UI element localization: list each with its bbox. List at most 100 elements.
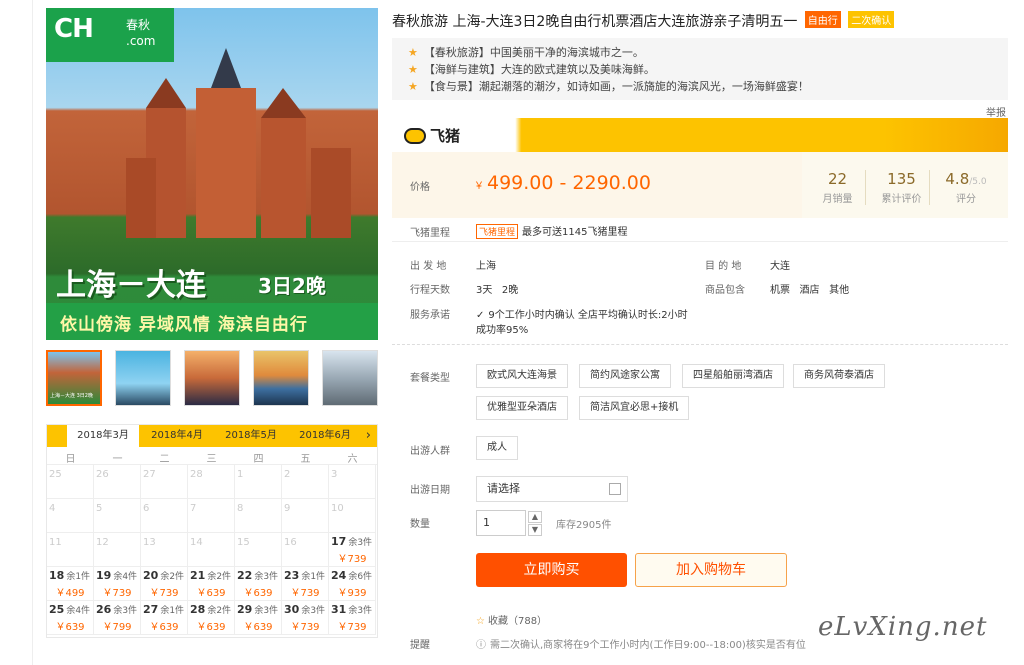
remaining-count: 余4件 bbox=[66, 606, 91, 616]
day-number: 27 bbox=[143, 603, 159, 616]
fliggy-miles-row: 飞猪里程 飞猪里程 最多可送1145飞猪里程 bbox=[392, 218, 1008, 242]
remaining-count: 余1件 bbox=[160, 606, 185, 616]
calendar-day: 8 bbox=[235, 499, 282, 533]
duration-value: 3天 2晚 bbox=[476, 285, 519, 296]
thumbnail-caption: 上海－大连 3日2晚 bbox=[50, 393, 93, 399]
calendar-day[interactable]: 24 余6件 ￥939 bbox=[329, 567, 376, 601]
weekday-label: 日 bbox=[65, 454, 76, 465]
day-price: ￥739 bbox=[337, 622, 367, 633]
travel-date-label: 出游日期 bbox=[410, 485, 450, 496]
calendar-day[interactable]: 21 余2件 ￥639 bbox=[188, 567, 235, 601]
day-price: ￥639 bbox=[149, 622, 179, 633]
calendar-day[interactable]: 17 余3件 ￥739 bbox=[329, 533, 376, 567]
stat-reviews[interactable]: 135 累计评价 bbox=[874, 170, 930, 205]
calendar-day: 4 bbox=[47, 499, 94, 533]
quantity-input[interactable]: 1 bbox=[476, 510, 526, 536]
calendar-day: 26 bbox=[94, 465, 141, 499]
thumbnail-1[interactable]: 上海－大连 3日2晚 bbox=[46, 350, 102, 406]
day-number: 13 bbox=[143, 537, 156, 548]
day-number: 24 bbox=[331, 569, 347, 582]
calendar-weekday-header: 日一二三四五六 bbox=[47, 447, 377, 465]
thumbnail-5[interactable] bbox=[322, 350, 378, 406]
calendar-day: 2 bbox=[282, 465, 329, 499]
highlight-item: ★ 【食与景】潮起潮落的潮汐，如诗如画，一派旖旎的海滨风光，一场海鲜盛宴！ bbox=[408, 78, 1008, 95]
thumbnail-3[interactable] bbox=[184, 350, 240, 406]
destination-value: 大连 bbox=[770, 261, 790, 272]
day-number: 14 bbox=[190, 537, 203, 548]
tab-month-2[interactable]: 2018年4月 bbox=[141, 425, 213, 447]
favorite-button[interactable]: ☆ 收藏（788） bbox=[476, 612, 547, 627]
departure-calendar: 2018年3月 2018年4月 2018年5月 2018年6月 › 日 一 二 三 四 五… bbox=[46, 424, 378, 638]
calendar-day[interactable]: 29 余3件 ￥639 bbox=[235, 601, 282, 635]
fliggy-brand-bar: 飞猪 bbox=[392, 118, 1008, 152]
banner-title: 上海－大连 bbox=[56, 268, 206, 303]
calendar-day[interactable]: 18 余1件 ￥499 bbox=[47, 567, 94, 601]
add-to-cart-button[interactable]: 加入购物车 bbox=[635, 553, 787, 587]
stat-number: 4.8/5.0 bbox=[938, 170, 994, 188]
package-option[interactable]: 简洁风宜必思+接机 bbox=[579, 396, 690, 420]
calendar-day[interactable]: 26 余3件 ￥799 bbox=[94, 601, 141, 635]
remaining-count: 余2件 bbox=[207, 572, 232, 582]
day-number: 18 bbox=[49, 569, 65, 582]
tab-month-1[interactable]: 2018年3月 bbox=[67, 425, 139, 447]
package-option[interactable]: 简约风途家公寓 bbox=[579, 364, 671, 388]
day-number: 17 bbox=[331, 535, 347, 548]
day-price: ￥639 bbox=[243, 622, 273, 633]
logo-url: .com bbox=[126, 34, 156, 48]
package-option[interactable]: 商务风荷泰酒店 bbox=[793, 364, 885, 388]
travel-date-input[interactable]: 请选择 bbox=[476, 476, 628, 502]
package-option[interactable]: 优雅型亚朵酒店 bbox=[476, 396, 568, 420]
calendar-day[interactable]: 31 余3件 ￥739 bbox=[329, 601, 376, 635]
day-price: ￥639 bbox=[55, 622, 85, 633]
fliggy-name: 飞猪 bbox=[430, 127, 461, 145]
stat-number: 135 bbox=[887, 170, 916, 188]
currency-symbol: ￥ bbox=[474, 181, 484, 192]
traveler-type-option[interactable]: 成人 bbox=[476, 436, 518, 460]
package-option[interactable]: 欧式风大连海景 bbox=[476, 364, 568, 388]
service-value: ✓ 9个工作小时内确认 全店平均确认时长:2小时 bbox=[476, 306, 688, 321]
buy-now-button[interactable]: 立即购买 bbox=[476, 553, 627, 587]
main-product-image[interactable]: CH 春秋 .com 上海－大连 3日2晚 依山傍海 异域风情 海滨自由行 bbox=[46, 8, 378, 340]
thumbnail-2[interactable] bbox=[115, 350, 171, 406]
weekday-label: 六 bbox=[347, 454, 358, 465]
report-link[interactable]: 举报 bbox=[986, 104, 1006, 119]
calendar-day[interactable]: 20 余2件 ￥739 bbox=[141, 567, 188, 601]
miles-tag: 飞猪里程 bbox=[476, 224, 519, 239]
calendar-day: 11 bbox=[47, 533, 94, 567]
calendar-day[interactable]: 28 余2件 ￥639 bbox=[188, 601, 235, 635]
day-number: 12 bbox=[96, 537, 109, 548]
destination-label: 目 的 地 bbox=[705, 261, 742, 272]
highlight-item: ★ 【海鲜与建筑】大连的欧式建筑以及美味海鲜。 bbox=[408, 61, 1008, 78]
remaining-count: 余4件 bbox=[113, 572, 138, 582]
chevron-right-icon[interactable]: › bbox=[366, 425, 371, 447]
day-price: ￥739 bbox=[290, 622, 320, 633]
calendar-day[interactable]: 30 余3件 ￥739 bbox=[282, 601, 329, 635]
day-number: 11 bbox=[49, 537, 62, 548]
package-option[interactable]: 四星船舶丽湾酒店 bbox=[682, 364, 784, 388]
reminder-message: 需二次确认,商家将在9个工作小时内(工作日9:00--18:00)核实是否有位 bbox=[490, 640, 806, 651]
thumbnail-4[interactable] bbox=[253, 350, 309, 406]
calendar-day[interactable]: 27 余1件 ￥639 bbox=[141, 601, 188, 635]
watermark: eLvXing.net bbox=[818, 612, 988, 642]
thumbnail-strip: 上海－大连 3日2晚 bbox=[46, 350, 378, 406]
calendar-icon[interactable] bbox=[609, 483, 621, 495]
rating-max: /5.0 bbox=[969, 177, 987, 187]
calendar-day[interactable]: 25 余4件 ￥639 bbox=[47, 601, 94, 635]
decrement-icon[interactable]: ▼ bbox=[528, 524, 542, 536]
check-circle-icon: ✓ bbox=[476, 310, 485, 321]
highlight-item: ★ 【春秋旅游】中国美丽干净的海滨城市之一。 bbox=[408, 44, 1008, 61]
remaining-count: 余3件 bbox=[254, 606, 279, 616]
calendar-day[interactable]: 22 余3件 ￥639 bbox=[235, 567, 282, 601]
day-number: 4 bbox=[49, 503, 56, 514]
stat-monthly-sales: 22 月销量 bbox=[810, 170, 866, 205]
day-number: 2 bbox=[284, 469, 291, 480]
star-icon: ★ bbox=[408, 46, 418, 59]
day-price: ￥739 bbox=[337, 554, 367, 565]
tab-month-3[interactable]: 2018年5月 bbox=[215, 425, 287, 447]
increment-icon[interactable]: ▲ bbox=[528, 511, 542, 523]
departure-value: 上海 bbox=[476, 261, 496, 272]
calendar-day[interactable]: 19 余4件 ￥739 bbox=[94, 567, 141, 601]
calendar-day[interactable]: 23 余1件 ￥739 bbox=[282, 567, 329, 601]
day-price: ￥639 bbox=[196, 588, 226, 599]
tab-month-4[interactable]: 2018年6月 bbox=[289, 425, 361, 447]
